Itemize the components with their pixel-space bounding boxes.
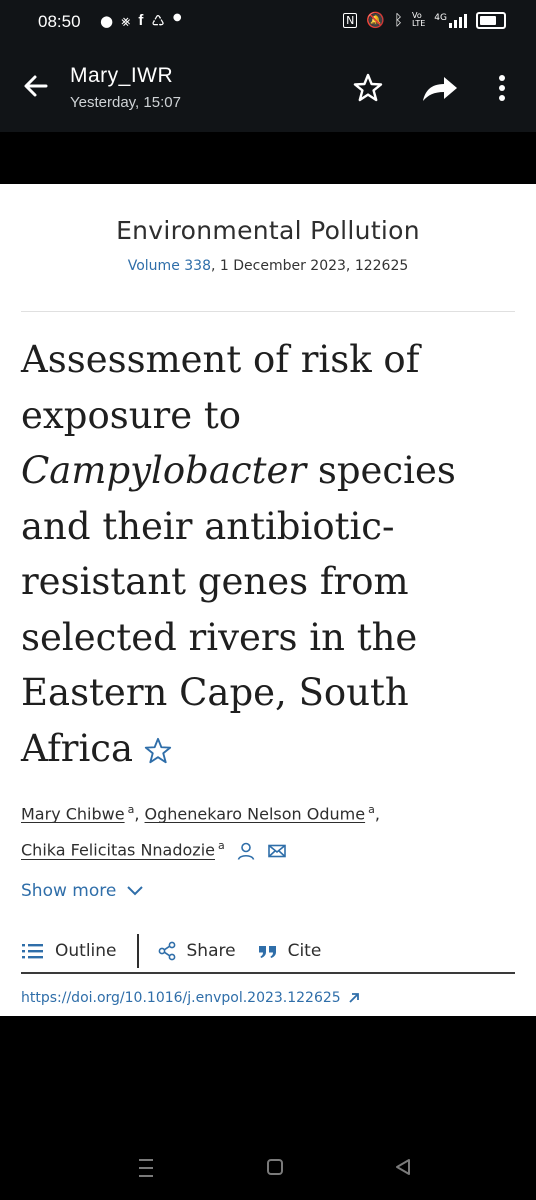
app-bar: Mary_IWR Yesterday, 15:07 bbox=[0, 46, 536, 132]
mail-icon[interactable] bbox=[267, 841, 287, 861]
author-name[interactable]: Oghenekaro Nelson Odume bbox=[145, 804, 366, 823]
mute-icon: 🔕 bbox=[366, 11, 385, 29]
share-label: Share bbox=[186, 941, 236, 961]
status-time: 08:50 bbox=[38, 12, 81, 31]
back-triangle-icon[interactable] bbox=[392, 1156, 414, 1178]
article-toolbar: Outline Share Cite bbox=[21, 932, 515, 970]
battery-icon bbox=[476, 11, 506, 29]
volte-icon: Vo LTE bbox=[412, 11, 426, 28]
divider bbox=[21, 311, 515, 312]
share-button[interactable]: Share bbox=[157, 941, 236, 961]
doi-link[interactable]: https://doi.org/10.1016/j.envpol.2023.12… bbox=[21, 990, 361, 1006]
system-icons: N 🔕 ᛒ Vo LTE 4G bbox=[343, 11, 506, 29]
author-list: Mary Chibwe a, Oghenekaro Nelson Odume a, … bbox=[21, 794, 515, 867]
system-nav-bar bbox=[0, 1142, 536, 1200]
chevron-down-icon bbox=[127, 886, 144, 896]
back-arrow-icon[interactable] bbox=[20, 70, 52, 102]
quote-icon bbox=[258, 946, 276, 958]
cite-label: Cite bbox=[287, 941, 322, 961]
cite-button[interactable]: Cite bbox=[258, 941, 322, 961]
forward-icon[interactable] bbox=[420, 72, 460, 104]
external-link-icon bbox=[349, 993, 359, 1003]
show-more-toggle[interactable]: Show more bbox=[21, 881, 144, 901]
chat-bubble-icon: ● bbox=[100, 12, 114, 30]
recent-apps-icon[interactable] bbox=[136, 1156, 156, 1180]
author-separator: , bbox=[134, 804, 140, 824]
volume-link[interactable]: Volume 338 bbox=[128, 258, 211, 274]
star-icon[interactable] bbox=[352, 72, 384, 104]
message-timestamp: Yesterday, 15:07 bbox=[70, 94, 181, 111]
dot-icon: ● bbox=[172, 12, 182, 23]
title-part-2: species and their antibiotic-resistant g… bbox=[21, 449, 456, 770]
doi-text: https://doi.org/10.1016/j.envpol.2023.12… bbox=[21, 990, 341, 1006]
title-star-icon[interactable] bbox=[143, 736, 173, 766]
status-bar: 08:50 ● ⨳ f ♺ ● N 🔕 ᛒ Vo LTE 4G bbox=[0, 0, 536, 46]
volume-line: Volume 338, 1 December 2023, 122625 bbox=[0, 258, 536, 274]
author-name[interactable]: Chika Felicitas Nnadozie bbox=[21, 841, 215, 860]
author-separator: , bbox=[374, 804, 380, 824]
recycle-icon: ♺ bbox=[151, 12, 165, 30]
toolbar-rule bbox=[21, 972, 515, 974]
image-viewer[interactable]: Environmental Pollution Volume 338, 1 De… bbox=[0, 132, 536, 1142]
article-title: Assessment of risk of exposure to Campyl… bbox=[21, 332, 521, 776]
affiliation-marker: a bbox=[217, 839, 225, 853]
sender-name: Mary_IWR bbox=[70, 64, 174, 87]
article-page: Environmental Pollution Volume 338, 1 De… bbox=[0, 184, 536, 1016]
home-icon[interactable] bbox=[264, 1156, 286, 1178]
outline-label: Outline bbox=[55, 941, 117, 961]
volume-details: , 1 December 2023, 122625 bbox=[210, 258, 409, 274]
4g-signal-icon: 4G bbox=[434, 13, 467, 28]
show-more-label: Show more bbox=[21, 881, 117, 901]
network-type-label: 4G bbox=[434, 12, 447, 23]
share-icon bbox=[158, 941, 175, 961]
journal-title: Environmental Pollution bbox=[116, 216, 420, 245]
author-name[interactable]: Mary Chibwe bbox=[21, 804, 125, 823]
more-vertical-icon[interactable] bbox=[492, 72, 512, 104]
signal-bars bbox=[449, 13, 467, 28]
facebook-icon: f bbox=[138, 12, 144, 29]
notification-icons: ● ⨳ f ♺ ● bbox=[100, 12, 182, 30]
title-part-1: Assessment of risk of exposure to bbox=[21, 338, 420, 437]
person-icon[interactable] bbox=[236, 841, 256, 861]
affiliation-marker: a bbox=[368, 803, 375, 816]
title-italic-genus: Campylobacter bbox=[21, 449, 307, 492]
bike-icon: ⨳ bbox=[121, 12, 131, 30]
list-icon bbox=[22, 944, 43, 959]
nfc-icon: N bbox=[343, 12, 358, 28]
outline-button[interactable]: Outline bbox=[21, 941, 117, 961]
toolbar-divider bbox=[136, 934, 139, 968]
bluetooth-icon: ᛒ bbox=[393, 11, 403, 29]
